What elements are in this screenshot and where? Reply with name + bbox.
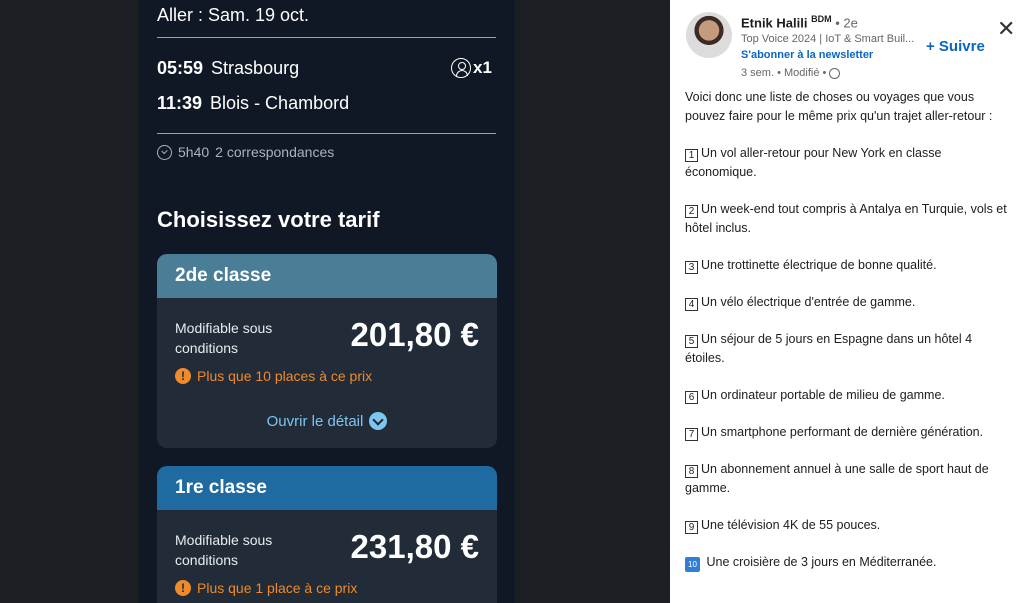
list-item-text: Un séjour de 5 jours en Espagne dans un … xyxy=(685,332,973,365)
post-meta: 3 sem. • Modifié • xyxy=(741,67,841,79)
list-item: 5 Un séjour de 5 jours en Espagne dans un… xyxy=(685,330,1015,368)
fare-card-2nd-class[interactable]: 2de classe Modifiable sous conditions 20… xyxy=(157,254,497,448)
alert-icon: ! xyxy=(175,580,191,596)
post-panel: Etnik Halili BDM • 2e Top Voice 2024 | I… xyxy=(670,0,1024,603)
passenger-number: x1 xyxy=(473,58,492,77)
availability-warning: ! Plus que 1 place à ce prix xyxy=(175,580,357,596)
warning-text: Plus que 1 place à ce prix xyxy=(197,580,358,596)
connection-degree: • 2e xyxy=(835,15,858,31)
connections-value: 2 correspondances xyxy=(215,144,335,160)
author-name[interactable]: Etnik Halili xyxy=(741,15,807,30)
number-8-icon: 8 xyxy=(685,465,698,478)
divider xyxy=(157,37,496,38)
warning-text: Plus que 10 places à ce prix xyxy=(197,368,373,384)
list-item-text: Un vélo électrique d'entrée de gamme. xyxy=(701,295,916,309)
fare-condition: Modifiable sous conditions xyxy=(175,320,273,356)
list-item-text: Un abonnement annuel à une salle de spor… xyxy=(685,462,989,495)
list-item-text: Un ordinateur portable de milieu de gamm… xyxy=(701,388,945,402)
list-item: 6 Un ordinateur portable de milieu de gam… xyxy=(685,386,1015,405)
author-headline: Top Voice 2024 | IoT & Smart Buil... xyxy=(741,33,915,45)
departure-row: 05:59 Strasbourg xyxy=(157,58,299,79)
number-7-icon: 7 xyxy=(685,428,698,441)
availability-warning: ! Plus que 10 places à ce prix xyxy=(175,368,372,384)
arrival-time: 11:39 xyxy=(157,93,203,113)
person-icon xyxy=(451,58,471,78)
subscribe-newsletter-link[interactable]: S'abonner à la newsletter xyxy=(741,49,873,61)
avatar[interactable] xyxy=(686,12,732,58)
fare-condition: Modifiable sous conditions xyxy=(175,532,273,568)
list-item: 1 Un vol aller-retour pour New York en cl… xyxy=(685,144,1015,182)
list-item: 8 Un abonnement annuel à une salle de spo… xyxy=(685,460,1015,498)
list-item-text: Une télévision 4K de 55 pouces. xyxy=(701,518,881,532)
number-5-icon: 5 xyxy=(685,335,698,348)
list-item: 3 Une trottinette électrique de bonne qua… xyxy=(685,256,1015,275)
duration-value: 5h40 xyxy=(178,144,210,160)
list-item-text: Un vol aller-retour pour New York en cla… xyxy=(685,146,942,179)
list-item-text: Un week-end tout compris à Antalya en Tu… xyxy=(685,202,1007,235)
close-icon[interactable]: ✕ xyxy=(997,18,1015,40)
list-item: 10 Une croisière de 3 jours en Méditerra… xyxy=(685,553,1015,572)
detail-label: Ouvrir le détail xyxy=(266,412,364,430)
globe-icon xyxy=(829,67,841,79)
fare-class-title: 1re classe xyxy=(157,466,497,510)
arrival-row: 11:39 Blois - Chambord xyxy=(157,93,349,114)
number-1-icon: 1 xyxy=(685,149,698,162)
list-item-text: Une croisière de 3 jours en Méditerranée… xyxy=(706,555,937,569)
list-item: 2 Un week-end tout compris à Antalya en T… xyxy=(685,200,1015,238)
open-detail-link[interactable]: Ouvrir le détail xyxy=(157,412,497,430)
passenger-count: x1 xyxy=(451,58,492,78)
departure-city: Strasbourg xyxy=(211,58,300,78)
post-intro: Voici donc une liste de choses ou voyage… xyxy=(685,90,993,123)
fare-heading: Choisissez votre tarif xyxy=(157,207,380,232)
fare-price: 231,80 € xyxy=(350,528,479,565)
list-item-text: Une trottinette électrique de bonne qual… xyxy=(701,258,937,272)
author-badge: BDM xyxy=(811,14,832,24)
list-item-text: Un smartphone performant de dernière gén… xyxy=(701,425,984,439)
list-item: 7 Un smartphone performant de dernière gé… xyxy=(685,423,1015,442)
chevron-down-icon xyxy=(369,412,388,430)
post-body: Voici donc une liste de choses ou voyage… xyxy=(685,88,1015,590)
divider xyxy=(157,133,496,134)
trip-duration: 5h40 2 correspondances xyxy=(157,144,334,160)
number-3-icon: 3 xyxy=(685,261,698,274)
departure-time: 05:59 xyxy=(157,58,204,78)
fare-class-title: 2de classe xyxy=(157,254,497,298)
post-image: Aller : Sam. 19 oct. 05:59 Strasbourg x1 … xyxy=(139,0,515,603)
number-10-icon: 10 xyxy=(685,557,700,572)
post-meta-text: 3 sem. • Modifié • xyxy=(741,67,827,79)
fare-price: 201,80 € xyxy=(350,316,479,353)
alert-icon: ! xyxy=(175,368,191,384)
arrival-city: Blois - Chambord xyxy=(210,93,350,113)
follow-button[interactable]: + Suivre xyxy=(926,38,985,55)
number-4-icon: 4 xyxy=(685,298,698,311)
number-2-icon: 2 xyxy=(685,205,698,218)
number-6-icon: 6 xyxy=(685,391,698,404)
list-item: 4 Un vélo électrique d'entrée de gamme. xyxy=(685,293,1015,312)
clock-icon xyxy=(157,144,172,160)
trip-date: Aller : Sam. 19 oct. xyxy=(157,5,310,25)
author-line: Etnik Halili BDM • 2e xyxy=(741,14,858,30)
list-item: 9 Une télévision 4K de 55 pouces. xyxy=(685,516,1015,535)
number-9-icon: 9 xyxy=(685,521,698,534)
fare-card-1st-class[interactable]: 1re classe Modifiable sous conditions 23… xyxy=(157,466,497,603)
